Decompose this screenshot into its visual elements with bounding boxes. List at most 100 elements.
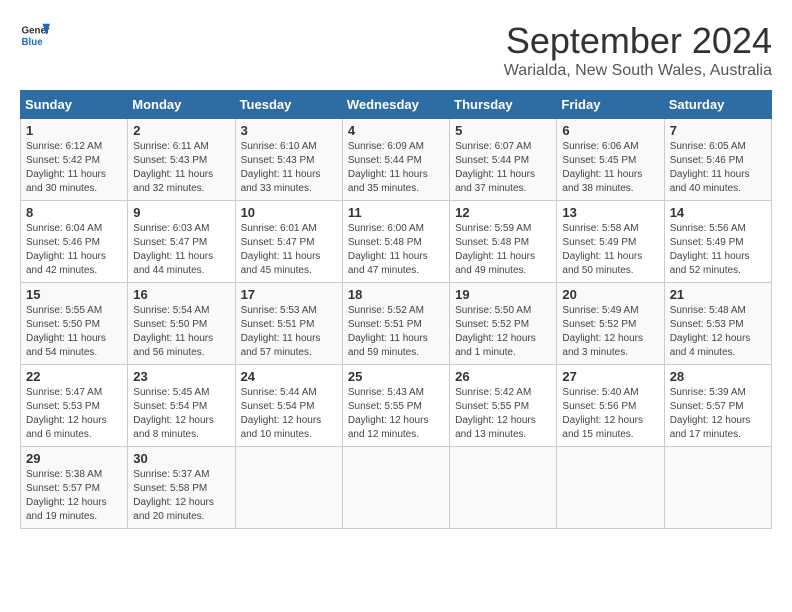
day-number: 1 <box>26 123 122 138</box>
day-number: 29 <box>26 451 122 466</box>
day-number: 2 <box>133 123 229 138</box>
calendar-cell: 16 Sunrise: 5:54 AM Sunset: 5:50 PM Dayli… <box>128 283 235 365</box>
day-info: Sunrise: 5:48 AM Sunset: 5:53 PM Dayligh… <box>670 304 766 360</box>
day-info: Sunrise: 5:40 AM Sunset: 5:56 PM Dayligh… <box>562 386 658 442</box>
calendar-cell: 23Sunrise: 5:45 AM Sunset: 5:54 PM Dayli… <box>128 365 235 447</box>
calendar-cell: 22Sunrise: 5:47 AM Sunset: 5:53 PM Dayli… <box>21 365 128 447</box>
calendar-cell: 20 Sunrise: 5:49 AM Sunset: 5:52 PM Dayli… <box>557 283 664 365</box>
day-number: 22 <box>26 369 122 384</box>
calendar-cell: 3 Sunrise: 6:10 AM Sunset: 5:43 PM Daylig… <box>235 119 342 201</box>
calendar-cell <box>664 447 771 529</box>
day-number: 16 <box>133 287 229 302</box>
calendar-cell <box>450 447 557 529</box>
day-number: 11 <box>348 205 444 220</box>
col-saturday: Saturday <box>664 91 771 119</box>
col-sunday: Sunday <box>21 91 128 119</box>
calendar-cell: 18 Sunrise: 5:52 AM Sunset: 5:51 PM Dayli… <box>342 283 449 365</box>
calendar-cell: 24 Sunrise: 5:44 AM Sunset: 5:54 PM Dayli… <box>235 365 342 447</box>
day-info: Sunrise: 6:07 AM Sunset: 5:44 PM Dayligh… <box>455 140 551 196</box>
day-number: 13 <box>562 205 658 220</box>
calendar-body: 1Sunrise: 6:12 AM Sunset: 5:42 PM Daylig… <box>21 119 772 529</box>
calendar-cell: 25 Sunrise: 5:43 AM Sunset: 5:55 PM Dayli… <box>342 365 449 447</box>
header: General Blue September 2024 Warialda, Ne… <box>20 20 772 80</box>
calendar-cell: 7 Sunrise: 6:05 AM Sunset: 5:46 PM Daylig… <box>664 119 771 201</box>
day-number: 4 <box>348 123 444 138</box>
day-number: 20 <box>562 287 658 302</box>
calendar-cell: 14 Sunrise: 5:56 AM Sunset: 5:49 PM Dayli… <box>664 201 771 283</box>
day-info: Sunrise: 6:00 AM Sunset: 5:48 PM Dayligh… <box>348 222 444 278</box>
day-info: Sunrise: 5:59 AM Sunset: 5:48 PM Dayligh… <box>455 222 551 278</box>
calendar-cell: 9Sunrise: 6:03 AM Sunset: 5:47 PM Daylig… <box>128 201 235 283</box>
day-info: Sunrise: 6:06 AM Sunset: 5:45 PM Dayligh… <box>562 140 658 196</box>
day-info: Sunrise: 5:58 AM Sunset: 5:49 PM Dayligh… <box>562 222 658 278</box>
day-info: Sunrise: 6:11 AM Sunset: 5:43 PM Dayligh… <box>133 140 229 196</box>
day-number: 27 <box>562 369 658 384</box>
day-number: 6 <box>562 123 658 138</box>
day-number: 15 <box>26 287 122 302</box>
calendar-cell: 15 Sunrise: 5:55 AM Sunset: 5:50 PM Dayli… <box>21 283 128 365</box>
logo: General Blue <box>20 20 50 50</box>
day-number: 3 <box>241 123 337 138</box>
day-info: Sunrise: 5:49 AM Sunset: 5:52 PM Dayligh… <box>562 304 658 360</box>
calendar-header-row: Sunday Monday Tuesday Wednesday Thursday… <box>21 91 772 119</box>
day-number: 23 <box>133 369 229 384</box>
day-number: 12 <box>455 205 551 220</box>
day-number: 26 <box>455 369 551 384</box>
calendar-cell: 11 Sunrise: 6:00 AM Sunset: 5:48 PM Dayli… <box>342 201 449 283</box>
day-number: 14 <box>670 205 766 220</box>
calendar-cell: 2 Sunrise: 6:11 AM Sunset: 5:43 PM Daylig… <box>128 119 235 201</box>
day-number: 30 <box>133 451 229 466</box>
calendar-cell: 5 Sunrise: 6:07 AM Sunset: 5:44 PM Daylig… <box>450 119 557 201</box>
day-number: 18 <box>348 287 444 302</box>
day-info: Sunrise: 5:43 AM Sunset: 5:55 PM Dayligh… <box>348 386 444 442</box>
calendar-table: Sunday Monday Tuesday Wednesday Thursday… <box>20 90 772 529</box>
calendar-week-1: 1Sunrise: 6:12 AM Sunset: 5:42 PM Daylig… <box>21 119 772 201</box>
day-info: Sunrise: 6:05 AM Sunset: 5:46 PM Dayligh… <box>670 140 766 196</box>
day-number: 24 <box>241 369 337 384</box>
calendar-week-3: 15 Sunrise: 5:55 AM Sunset: 5:50 PM Dayli… <box>21 283 772 365</box>
day-number: 10 <box>241 205 337 220</box>
calendar-cell: 30 Sunrise: 5:37 AM Sunset: 5:58 PM Dayli… <box>128 447 235 529</box>
col-monday: Monday <box>128 91 235 119</box>
calendar-cell: 28Sunrise: 5:39 AM Sunset: 5:57 PM Dayli… <box>664 365 771 447</box>
calendar-cell <box>342 447 449 529</box>
calendar-cell: 21 Sunrise: 5:48 AM Sunset: 5:53 PM Dayli… <box>664 283 771 365</box>
calendar-cell: 1Sunrise: 6:12 AM Sunset: 5:42 PM Daylig… <box>21 119 128 201</box>
day-info: Sunrise: 6:01 AM Sunset: 5:47 PM Dayligh… <box>241 222 337 278</box>
day-info: Sunrise: 5:50 AM Sunset: 5:52 PM Dayligh… <box>455 304 551 360</box>
calendar-cell: 27 Sunrise: 5:40 AM Sunset: 5:56 PM Dayli… <box>557 365 664 447</box>
calendar-cell: 4 Sunrise: 6:09 AM Sunset: 5:44 PM Daylig… <box>342 119 449 201</box>
col-friday: Friday <box>557 91 664 119</box>
day-info: Sunrise: 6:03 AM Sunset: 5:47 PM Dayligh… <box>133 222 229 278</box>
calendar-week-4: 22Sunrise: 5:47 AM Sunset: 5:53 PM Dayli… <box>21 365 772 447</box>
day-info: Sunrise: 5:44 AM Sunset: 5:54 PM Dayligh… <box>241 386 337 442</box>
day-info: Sunrise: 6:09 AM Sunset: 5:44 PM Dayligh… <box>348 140 444 196</box>
day-info: Sunrise: 5:56 AM Sunset: 5:49 PM Dayligh… <box>670 222 766 278</box>
day-info: Sunrise: 5:37 AM Sunset: 5:58 PM Dayligh… <box>133 468 229 524</box>
day-number: 5 <box>455 123 551 138</box>
day-info: Sunrise: 5:52 AM Sunset: 5:51 PM Dayligh… <box>348 304 444 360</box>
day-number: 28 <box>670 369 766 384</box>
day-info: Sunrise: 5:38 AM Sunset: 5:57 PM Dayligh… <box>26 468 122 524</box>
calendar-cell: 10 Sunrise: 6:01 AM Sunset: 5:47 PM Dayli… <box>235 201 342 283</box>
day-info: Sunrise: 5:42 AM Sunset: 5:55 PM Dayligh… <box>455 386 551 442</box>
day-info: Sunrise: 5:54 AM Sunset: 5:50 PM Dayligh… <box>133 304 229 360</box>
day-number: 21 <box>670 287 766 302</box>
calendar-cell: 29 Sunrise: 5:38 AM Sunset: 5:57 PM Dayli… <box>21 447 128 529</box>
day-number: 7 <box>670 123 766 138</box>
day-number: 8 <box>26 205 122 220</box>
calendar-week-5: 29 Sunrise: 5:38 AM Sunset: 5:57 PM Dayli… <box>21 447 772 529</box>
col-tuesday: Tuesday <box>235 91 342 119</box>
day-info: Sunrise: 5:53 AM Sunset: 5:51 PM Dayligh… <box>241 304 337 360</box>
title-section: September 2024 Warialda, New South Wales… <box>504 20 772 80</box>
day-number: 17 <box>241 287 337 302</box>
calendar-subtitle: Warialda, New South Wales, Australia <box>504 62 772 80</box>
logo-icon: General Blue <box>20 20 50 50</box>
calendar-cell: 8Sunrise: 6:04 AM Sunset: 5:46 PM Daylig… <box>21 201 128 283</box>
day-number: 25 <box>348 369 444 384</box>
col-thursday: Thursday <box>450 91 557 119</box>
day-info: Sunrise: 5:55 AM Sunset: 5:50 PM Dayligh… <box>26 304 122 360</box>
day-info: Sunrise: 6:10 AM Sunset: 5:43 PM Dayligh… <box>241 140 337 196</box>
calendar-cell: 26 Sunrise: 5:42 AM Sunset: 5:55 PM Dayli… <box>450 365 557 447</box>
calendar-cell: 12 Sunrise: 5:59 AM Sunset: 5:48 PM Dayli… <box>450 201 557 283</box>
